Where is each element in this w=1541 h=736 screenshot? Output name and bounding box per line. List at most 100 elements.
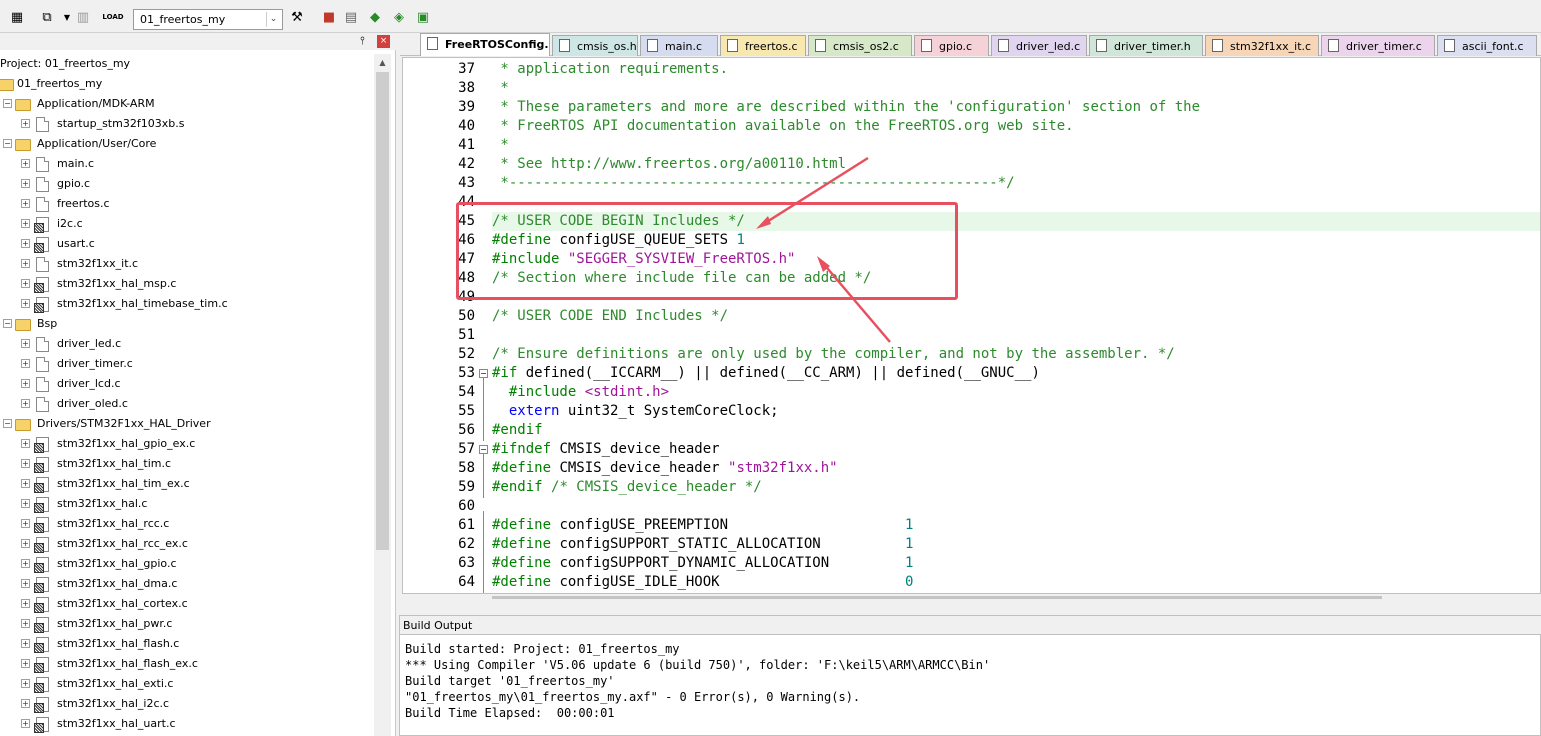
code-line[interactable]: #if defined(__ICCARM__) || defined(__CC_… bbox=[492, 364, 1540, 383]
tree-file[interactable]: + stm32f1xx_hal_exti.c bbox=[0, 674, 372, 694]
pack-installer-icon[interactable]: ◈ bbox=[390, 8, 408, 26]
expand-icon[interactable]: + bbox=[21, 119, 30, 128]
code-line[interactable]: #ifndef CMSIS_device_header bbox=[492, 440, 1540, 459]
code-line[interactable]: #define configSUPPORT_DYNAMIC_ALLOCATION… bbox=[492, 554, 1540, 573]
fold-toggle-icon[interactable]: − bbox=[479, 445, 488, 454]
stop-build-icon[interactable]: ▥ bbox=[74, 8, 92, 26]
tree-file[interactable]: + freertos.c bbox=[0, 194, 372, 214]
code-line[interactable]: #define configUSE_PREEMPTION 1 bbox=[492, 516, 1540, 535]
expand-icon[interactable]: + bbox=[21, 239, 30, 248]
expand-icon[interactable]: + bbox=[21, 559, 30, 568]
tree-file[interactable]: + i2c.c bbox=[0, 214, 372, 234]
manage-components-icon[interactable]: ▤ bbox=[342, 8, 360, 26]
tree-file[interactable]: + stm32f1xx_hal_pwr.c bbox=[0, 614, 372, 634]
code-line[interactable]: * bbox=[492, 79, 1540, 98]
tree-group[interactable]: − Drivers/STM32F1xx_HAL_Driver bbox=[0, 414, 372, 434]
code-line[interactable]: * These parameters and more are describe… bbox=[492, 98, 1540, 117]
expand-icon[interactable]: + bbox=[21, 679, 30, 688]
expand-icon[interactable]: + bbox=[21, 539, 30, 548]
expand-icon[interactable]: + bbox=[21, 599, 30, 608]
code-line[interactable]: * application requirements. bbox=[492, 60, 1540, 79]
code-line[interactable]: #endif bbox=[492, 421, 1540, 440]
tree-group[interactable]: − Bsp bbox=[0, 314, 372, 334]
tree-file[interactable]: + driver_timer.c bbox=[0, 354, 372, 374]
tree-file[interactable]: + driver_led.c bbox=[0, 334, 372, 354]
expand-icon[interactable]: + bbox=[21, 339, 30, 348]
load-icon[interactable]: LOAD bbox=[102, 8, 123, 26]
tree-file[interactable]: + stm32f1xx_hal_i2c.c bbox=[0, 694, 372, 714]
project-title[interactable]: Project: 01_freertos_my bbox=[0, 54, 372, 74]
expand-icon[interactable]: + bbox=[21, 699, 30, 708]
tree-file[interactable]: + stm32f1xx_hal.c bbox=[0, 494, 372, 514]
select-packs-icon[interactable]: ◆ bbox=[366, 8, 384, 26]
code-line[interactable]: #define configUSE_IDLE_HOOK 0 bbox=[492, 573, 1540, 592]
tree-file[interactable]: + stm32f1xx_hal_msp.c bbox=[0, 274, 372, 294]
expand-icon[interactable]: + bbox=[21, 479, 30, 488]
expand-icon[interactable]: + bbox=[21, 179, 30, 188]
expand-icon[interactable]: + bbox=[21, 219, 30, 228]
tree-file[interactable]: + stm32f1xx_hal_cortex.c bbox=[0, 594, 372, 614]
code-line[interactable]: *---------------------------------------… bbox=[492, 174, 1540, 193]
expand-icon[interactable]: + bbox=[21, 399, 30, 408]
tree-file[interactable]: + stm32f1xx_hal_gpio.c bbox=[0, 554, 372, 574]
tree-file[interactable]: + stm32f1xx_hal_flash.c bbox=[0, 634, 372, 654]
code-line[interactable]: /* Section where include file can be add… bbox=[492, 269, 1540, 288]
tab-driver-timer-c[interactable]: driver_timer.c bbox=[1321, 35, 1435, 56]
tree-file[interactable]: + stm32f1xx_hal_gpio_ex.c bbox=[0, 434, 372, 454]
tree-file[interactable]: + driver_lcd.c bbox=[0, 374, 372, 394]
code-line[interactable] bbox=[492, 193, 1540, 212]
chevron-down-icon[interactable]: ⌄ bbox=[266, 12, 280, 27]
collapse-icon[interactable]: − bbox=[3, 419, 12, 428]
code-line[interactable] bbox=[492, 326, 1540, 345]
expand-icon[interactable]: + bbox=[21, 199, 30, 208]
expand-icon[interactable]: + bbox=[21, 659, 30, 668]
translate-icon[interactable]: ▦ bbox=[8, 8, 26, 26]
expand-icon[interactable]: + bbox=[21, 379, 30, 388]
tab-cmsis-os-h[interactable]: cmsis_os.h bbox=[552, 35, 638, 56]
tree-file[interactable]: + stm32f1xx_hal_tim_ex.c bbox=[0, 474, 372, 494]
expand-icon[interactable]: + bbox=[21, 459, 30, 468]
tree-group[interactable]: − Application/User/Core bbox=[0, 134, 372, 154]
expand-icon[interactable]: + bbox=[21, 619, 30, 628]
tree-file[interactable]: + stm32f1xx_hal_flash_ex.c bbox=[0, 654, 372, 674]
tree-file[interactable]: + stm32f1xx_hal_uart.c bbox=[0, 714, 372, 734]
editor-horizontal-scrollbar[interactable] bbox=[402, 594, 1541, 602]
code-line[interactable] bbox=[492, 288, 1540, 307]
expand-icon[interactable]: + bbox=[21, 499, 30, 508]
code-line[interactable]: extern uint32_t SystemCoreClock; bbox=[492, 402, 1540, 421]
expand-icon[interactable]: + bbox=[21, 359, 30, 368]
tree-file[interactable]: + main.c bbox=[0, 154, 372, 174]
tab-driver-timer-h[interactable]: driver_timer.h bbox=[1089, 35, 1203, 56]
tree-file[interactable]: + gpio.c bbox=[0, 174, 372, 194]
expand-icon[interactable]: + bbox=[21, 719, 30, 728]
code-line[interactable]: * FreeRTOS API documentation available o… bbox=[492, 117, 1540, 136]
project-scrollbar[interactable]: ▲ bbox=[374, 54, 391, 736]
code-line[interactable]: /* USER CODE END Includes */ bbox=[492, 307, 1540, 326]
code-line[interactable]: #include <stdint.h> bbox=[492, 383, 1540, 402]
expand-icon[interactable]: + bbox=[21, 519, 30, 528]
tree-file[interactable]: + stm32f1xx_hal_rcc_ex.c bbox=[0, 534, 372, 554]
tree-file[interactable]: + stm32f1xx_it.c bbox=[0, 254, 372, 274]
tab-ascii-font-c[interactable]: ascii_font.c bbox=[1437, 35, 1537, 56]
scrollbar-thumb[interactable] bbox=[376, 72, 389, 550]
code-line[interactable]: #define CMSIS_device_header "stm32f1xx.h… bbox=[492, 459, 1540, 478]
tab-freertos-c[interactable]: freertos.c bbox=[720, 35, 806, 56]
code-editor[interactable]: 37 38 39 40 41 42 43 44 45 46 47 48 49 50 51 52 53 54 55 56… bbox=[402, 57, 1541, 594]
batch-build-icon[interactable]: ⧉ bbox=[38, 8, 56, 26]
code-line[interactable]: * See http://www.freertos.org/a00110.htm… bbox=[492, 155, 1540, 174]
manage-project-icon[interactable]: ■ bbox=[320, 8, 338, 26]
expand-icon[interactable]: + bbox=[21, 639, 30, 648]
expand-icon[interactable]: + bbox=[21, 259, 30, 268]
tree-root[interactable]: 01_freertos_my bbox=[0, 74, 372, 94]
target-select[interactable]: 01_freertos_my ⌄ bbox=[133, 9, 283, 30]
code-line[interactable]: /* Ensure definitions are only used by t… bbox=[492, 345, 1540, 364]
tab-gpio-c[interactable]: gpio.c bbox=[914, 35, 989, 56]
tree-file[interactable]: + stm32f1xx_hal_dma.c bbox=[0, 574, 372, 594]
tree-file[interactable]: + startup_stm32f103xb.s bbox=[0, 114, 372, 134]
collapse-icon[interactable]: − bbox=[3, 99, 12, 108]
tree-file[interactable]: + usart.c bbox=[0, 234, 372, 254]
code-line[interactable]: #define configSUPPORT_STATIC_ALLOCATION … bbox=[492, 535, 1540, 554]
collapse-icon[interactable]: − bbox=[3, 319, 12, 328]
code-line[interactable] bbox=[492, 497, 1540, 516]
code-line[interactable]: /* USER CODE BEGIN Includes */ bbox=[492, 212, 1540, 231]
